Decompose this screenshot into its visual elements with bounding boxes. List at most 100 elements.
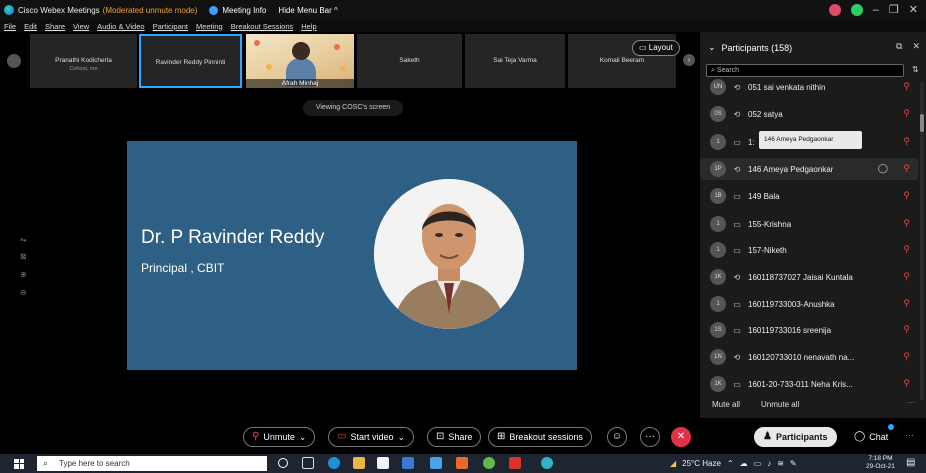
taskbar-clock[interactable]: 7:18 PM 29-Oct-21 bbox=[866, 455, 895, 471]
mic-muted-icon[interactable]: ⚲ bbox=[903, 108, 910, 119]
weather-icon: ◢ bbox=[670, 459, 677, 468]
menu-help[interactable]: Help bbox=[301, 22, 316, 31]
participant-row[interactable]: UN ⟲ 051 sai venkata nithin ⚲ bbox=[700, 76, 918, 98]
menu-breakout-sessions[interactable]: Breakout Sessions bbox=[231, 22, 294, 31]
windows-start-icon[interactable] bbox=[14, 458, 24, 469]
wifi-icon[interactable]: ≋ bbox=[777, 459, 784, 468]
mic-muted-icon[interactable]: ⚲ bbox=[903, 163, 910, 174]
participant-tile[interactable]: Saketh bbox=[357, 34, 462, 88]
controls-more-button[interactable]: ··· bbox=[905, 430, 914, 440]
edge-browser-icon[interactable] bbox=[328, 457, 340, 469]
menu-meeting[interactable]: Meeting bbox=[196, 22, 223, 31]
participant-row[interactable]: 1 ▭ 155-Krishna ⚲ bbox=[700, 213, 918, 235]
fit-icon[interactable]: ⊠ bbox=[20, 252, 27, 261]
battery-icon[interactable]: ▭ bbox=[754, 459, 762, 468]
app-icon[interactable] bbox=[430, 457, 442, 469]
participant-tile[interactable]: Pranathi Kodicherla Cohost, me bbox=[30, 34, 137, 88]
panel-more-button[interactable]: ··· bbox=[907, 398, 915, 407]
layout-button[interactable]: ▭ Layout bbox=[632, 40, 680, 56]
menu-view[interactable]: View bbox=[73, 22, 89, 31]
start-video-button[interactable]: ▭ Start video ⌄ bbox=[328, 427, 415, 447]
menu-share[interactable]: Share bbox=[45, 22, 65, 31]
pen-icon[interactable]: ✎ bbox=[790, 459, 797, 468]
close-button[interactable]: ✕ bbox=[909, 3, 918, 16]
more-options-button[interactable]: ··· bbox=[640, 427, 660, 447]
participant-tile[interactable]: Sai Teja Varma bbox=[465, 34, 565, 88]
close-panel-icon[interactable]: ✕ bbox=[912, 41, 920, 52]
participant-row[interactable]: 1 ▭ 157-Niketh ⚲ bbox=[700, 239, 918, 261]
breakout-sessions-button[interactable]: ⊞ Breakout sessions bbox=[488, 427, 592, 447]
maximize-button[interactable]: ❐ bbox=[889, 3, 899, 16]
mic-muted-icon[interactable]: ⚲ bbox=[903, 324, 910, 335]
chevron-down-icon[interactable]: ⌄ bbox=[397, 428, 405, 446]
office-icon[interactable] bbox=[456, 457, 468, 469]
participant-tile-active-speaker[interactable]: Ravinder Reddy Pinninti bbox=[139, 34, 242, 88]
profile-avatar[interactable] bbox=[828, 3, 841, 16]
chevron-up-icon[interactable]: ⌃ bbox=[727, 459, 734, 468]
weather-label[interactable]: 25°C Haze bbox=[682, 459, 721, 468]
zoom-out-icon[interactable]: ⊖ bbox=[20, 288, 27, 297]
task-view-icon[interactable] bbox=[302, 457, 314, 469]
mic-muted-icon[interactable]: ⚲ bbox=[903, 136, 910, 147]
annotate-icon[interactable]: ⇋ bbox=[20, 235, 27, 244]
participant-row[interactable]: 1S ▭ 160119733016 sreenija ⚲ bbox=[700, 319, 918, 341]
filmstrip-prev-button[interactable] bbox=[7, 54, 21, 68]
participant-row[interactable]: 0S ⟲ 052 satya ⚲ bbox=[700, 103, 918, 125]
participant-row[interactable]: 1B ▭ 149 Bala ⚲ bbox=[700, 185, 918, 207]
cortana-icon[interactable] bbox=[278, 458, 288, 468]
mic-muted-icon[interactable]: ⚲ bbox=[903, 298, 910, 309]
file-explorer-icon[interactable] bbox=[353, 457, 365, 469]
reactions-button[interactable]: ☺ bbox=[607, 427, 627, 447]
participant-row[interactable]: 1K ▭ 1601-20-733-011 Neha Kris... ⚲ bbox=[700, 373, 918, 395]
hide-menu-bar-button[interactable]: Hide Menu Bar ^ bbox=[278, 6, 337, 15]
unmute-button[interactable]: ⚲ Unmute ⌄ bbox=[243, 427, 316, 447]
participants-panel-header[interactable]: ⌄ Participants (158) bbox=[708, 42, 792, 53]
pdf-reader-icon[interactable] bbox=[509, 457, 521, 469]
menu-participant[interactable]: Participant bbox=[153, 22, 188, 31]
participant-row[interactable]: 1N ⟲ 160120733010 nenavath na... ⚲ bbox=[700, 346, 918, 368]
avatar: 1 bbox=[710, 296, 726, 312]
filmstrip-next-button[interactable]: › bbox=[683, 54, 695, 66]
chat-button[interactable]: ◯ Chat bbox=[846, 427, 896, 447]
mic-muted-icon[interactable]: ⚲ bbox=[903, 244, 910, 255]
sort-icon[interactable]: ⇅ bbox=[912, 65, 919, 74]
store-icon[interactable] bbox=[377, 457, 389, 469]
participant-row-hovered[interactable]: 1P ⟲ 146 Ameya Pedgaonkar ◯ ⚲ bbox=[700, 158, 918, 180]
chrome-icon[interactable] bbox=[483, 457, 495, 469]
popout-icon[interactable]: ⧉ bbox=[896, 41, 902, 52]
participant-row[interactable]: 1 ▭ 160119733003-Anushka ⚲ bbox=[700, 293, 918, 315]
chat-bubble-icon[interactable]: ◯ bbox=[878, 163, 888, 174]
meeting-info-button[interactable]: Meeting Info bbox=[209, 5, 266, 15]
mic-muted-icon[interactable]: ⚲ bbox=[903, 218, 910, 229]
device-icon: ⟲ bbox=[733, 352, 741, 362]
decor bbox=[334, 44, 340, 50]
mute-all-button[interactable]: Mute all bbox=[712, 400, 740, 409]
participants-scroll-thumb[interactable] bbox=[920, 114, 924, 132]
zoom-in-icon[interactable]: ⊕ bbox=[20, 270, 27, 279]
webex-taskbar-icon[interactable] bbox=[541, 457, 553, 469]
share-button[interactable]: ⊡ Share bbox=[427, 427, 482, 447]
mic-muted-icon[interactable]: ⚲ bbox=[903, 271, 910, 282]
mic-muted-icon[interactable]: ⚲ bbox=[903, 351, 910, 362]
mic-muted-icon[interactable]: ⚲ bbox=[903, 190, 910, 201]
mic-muted-icon[interactable]: ⚲ bbox=[903, 81, 910, 92]
taskbar-search-input[interactable]: ⌕ Type here to search bbox=[37, 456, 267, 471]
notifications-icon[interactable]: ▤ bbox=[906, 457, 915, 468]
menu-file[interactable]: File bbox=[4, 22, 16, 31]
chevron-down-icon[interactable]: ⌄ bbox=[299, 428, 307, 446]
participants-button[interactable]: ♟ Participants bbox=[754, 427, 837, 447]
connection-status-icon[interactable] bbox=[850, 3, 863, 16]
mail-icon[interactable] bbox=[402, 457, 414, 469]
menu-edit[interactable]: Edit bbox=[24, 22, 37, 31]
minimize-button[interactable]: – bbox=[873, 4, 879, 16]
participants-panel: ⌄ Participants (158) ⧉ ✕ ⌕ Search ⇅ UN ⟲… bbox=[700, 32, 926, 418]
leave-meeting-button[interactable]: ✕ bbox=[671, 427, 691, 447]
participant-video-tile[interactable]: Afrah Minhaj bbox=[246, 34, 354, 88]
volume-icon[interactable]: ♪ bbox=[767, 459, 771, 468]
participant-row[interactable]: 1K ⟲ 160118737027 Jaisai Kuntala ⚲ bbox=[700, 266, 918, 288]
onedrive-icon[interactable]: ☁ bbox=[740, 459, 748, 468]
unmute-all-button[interactable]: Unmute all bbox=[761, 400, 799, 409]
menu-audio-video[interactable]: Audio & Video bbox=[97, 22, 144, 31]
webex-logo-icon bbox=[4, 5, 14, 15]
mic-muted-icon[interactable]: ⚲ bbox=[903, 378, 910, 389]
